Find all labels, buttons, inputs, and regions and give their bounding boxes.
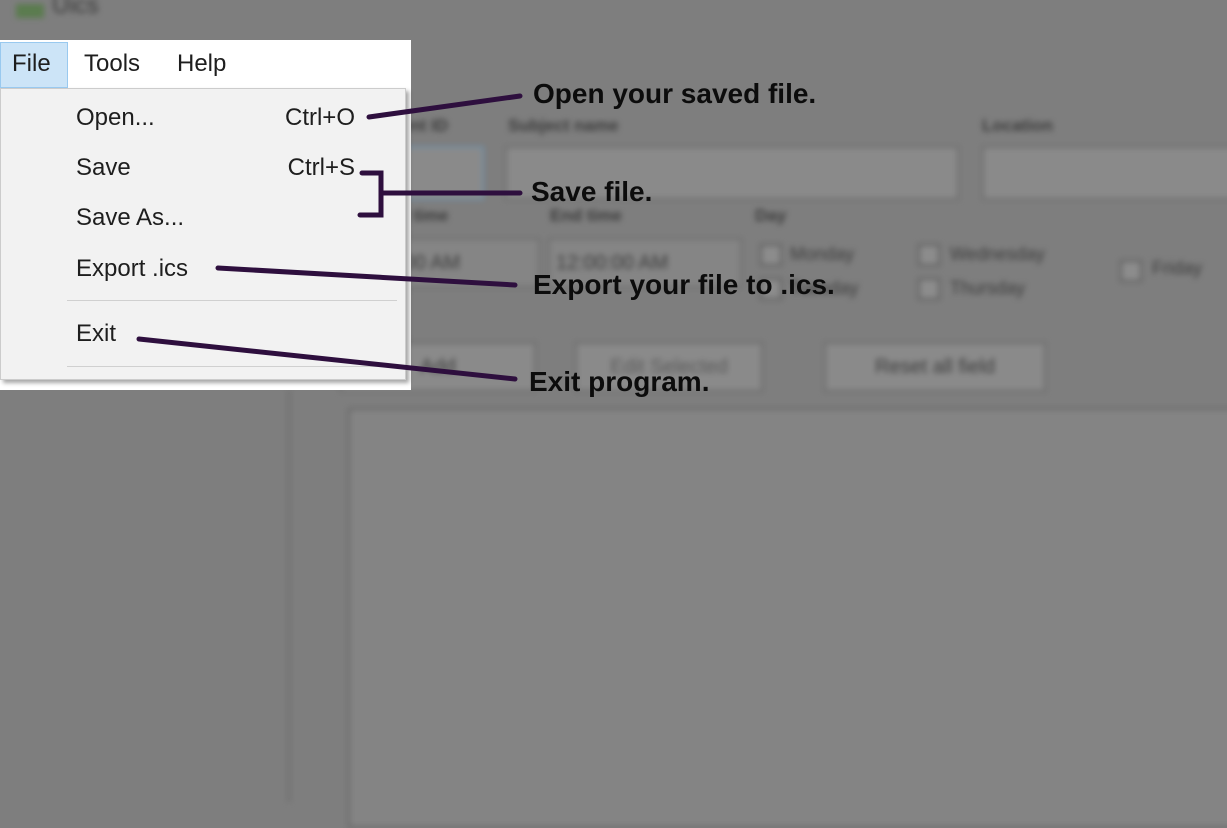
menu-item-open[interactable]: Open... xyxy=(76,104,155,132)
app-icon xyxy=(16,4,44,18)
annotation-exit: Exit program. xyxy=(529,366,710,397)
friday-label: Friday xyxy=(1152,258,1203,278)
subject-label: Subject name xyxy=(508,116,619,135)
menu-item-save[interactable]: Save xyxy=(76,154,131,182)
thursday-checkbox[interactable] xyxy=(918,278,940,300)
location-label: Location xyxy=(982,116,1053,135)
menu-help[interactable]: Help xyxy=(177,50,226,78)
location-input[interactable] xyxy=(982,146,1227,200)
file-dropdown: Open... Ctrl+O Save Ctrl+S Save As... Ex… xyxy=(0,88,406,380)
wednesday-label: Wednesday xyxy=(950,244,1045,264)
day-label: Day xyxy=(755,206,787,225)
menu-tools[interactable]: Tools xyxy=(84,50,140,78)
menu-separator xyxy=(67,366,397,367)
divider xyxy=(288,390,290,802)
end-time-label: End time xyxy=(550,206,622,225)
menu-item-exit[interactable]: Exit xyxy=(76,320,116,348)
menu-item-save-as[interactable]: Save As... xyxy=(76,204,184,232)
friday-checkbox[interactable] xyxy=(1120,260,1142,282)
window-title: Uics xyxy=(52,0,99,19)
reset-all-button[interactable]: Reset all field xyxy=(824,342,1046,392)
thursday-label: Thursday xyxy=(950,278,1026,298)
annotation-export: Export your file to .ics. xyxy=(533,269,835,300)
annotation-save: Save file. xyxy=(531,176,653,207)
annotation-open: Open your saved file. xyxy=(533,78,817,109)
event-list[interactable] xyxy=(348,408,1227,828)
menu-file[interactable]: File xyxy=(12,50,51,78)
menu-bar: File Tools Help xyxy=(0,40,300,88)
monday-checkbox[interactable] xyxy=(760,244,782,266)
open-shortcut: Ctrl+O xyxy=(284,104,355,131)
monday-label: Monday xyxy=(790,244,855,264)
save-shortcut: Ctrl+S xyxy=(287,154,355,181)
menu-item-export[interactable]: Export .ics xyxy=(76,255,188,283)
menu-separator xyxy=(67,300,397,301)
wednesday-checkbox[interactable] xyxy=(918,244,940,266)
